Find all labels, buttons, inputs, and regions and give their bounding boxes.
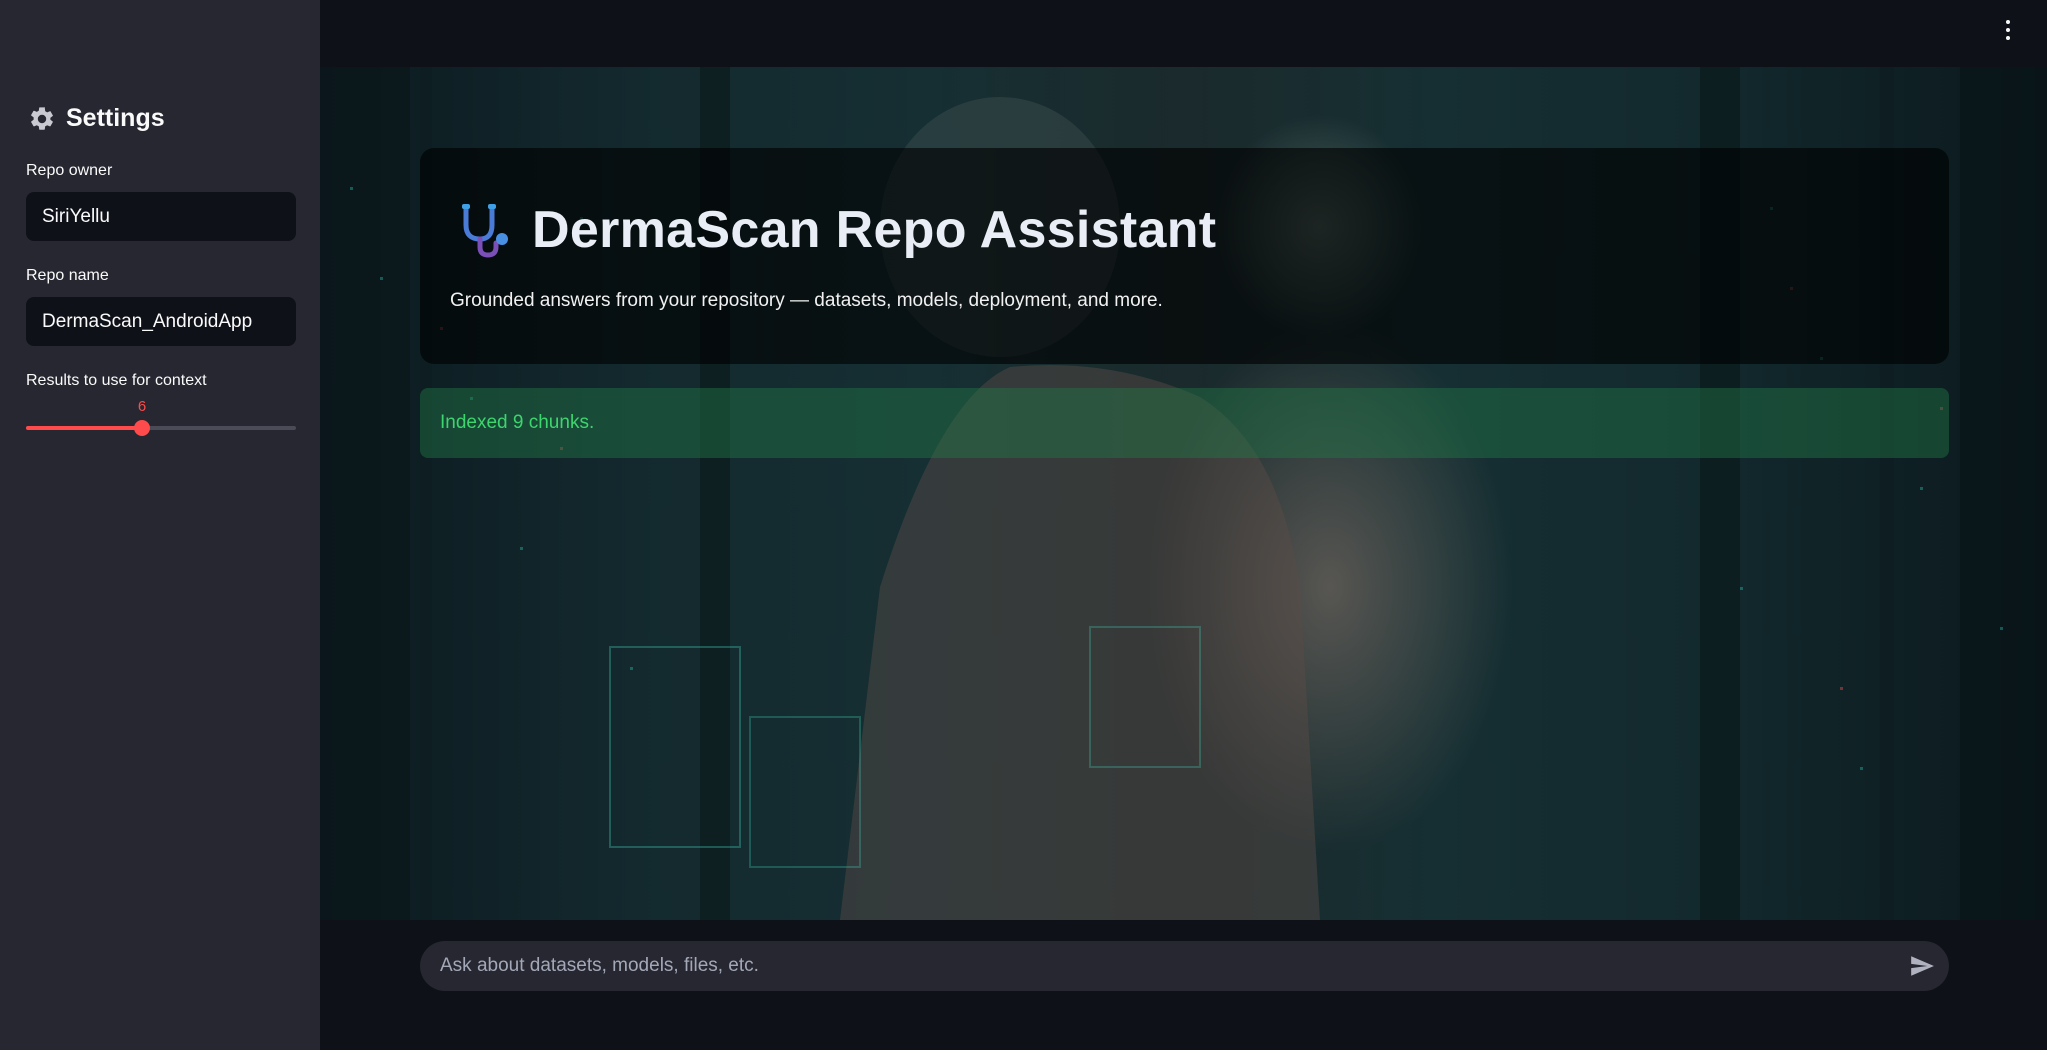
top-bar xyxy=(320,0,2047,67)
repo-name-input[interactable]: DermaScan_AndroidApp xyxy=(26,297,296,346)
repo-name-label: Repo name xyxy=(26,267,109,284)
results-slider-label: Results to use for context xyxy=(26,372,207,389)
page-subtitle: Grounded answers from your repository — … xyxy=(450,290,1163,311)
main-menu-icon[interactable] xyxy=(2003,20,2013,42)
sidebar-header: Settings xyxy=(28,104,165,133)
status-alert: Indexed 9 chunks. xyxy=(420,388,1949,458)
slider-thumb[interactable] xyxy=(134,420,151,436)
gear-icon xyxy=(31,106,53,130)
page-title: DermaScan Repo Assistant xyxy=(532,201,1217,259)
chat-input[interactable]: Ask about datasets, models, files, etc. xyxy=(420,941,1949,991)
slider-value: 6 xyxy=(137,398,147,415)
title-row: DermaScan Repo Assistant xyxy=(456,200,1216,260)
app-root: Settings Repo owner SiriYellu Repo name … xyxy=(0,0,2047,1050)
slider-fill xyxy=(26,426,143,430)
repo-owner-input[interactable]: SiriYellu xyxy=(26,192,296,241)
send-icon[interactable] xyxy=(1909,953,1935,979)
header-card: DermaScan Repo Assistant Grounded answer… xyxy=(420,148,1949,364)
sidebar-title: Settings xyxy=(66,104,165,132)
sidebar: Settings Repo owner SiriYellu Repo name … xyxy=(0,0,320,1050)
stethoscope-icon xyxy=(462,204,508,258)
repo-owner-label: Repo owner xyxy=(26,162,113,179)
results-slider[interactable]: 6 xyxy=(26,398,296,444)
